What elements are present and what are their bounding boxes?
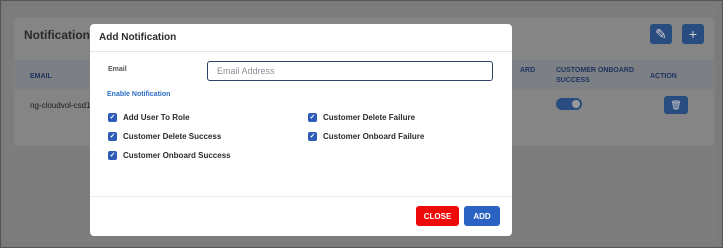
- add-notification-modal: Add Notification Email Enable Notificati…: [90, 24, 512, 236]
- close-button[interactable]: CLOSE: [416, 206, 459, 226]
- checkmark-icon: ✓: [108, 151, 117, 160]
- onboard-success-toggle[interactable]: [556, 98, 582, 110]
- checkbox-label: Customer Onboard Success: [123, 151, 231, 160]
- plus-icon: +: [688, 26, 698, 42]
- checkmark-icon: ✓: [108, 113, 117, 122]
- checkbox-add-user-to-role[interactable]: ✓ Add User To Role: [108, 113, 190, 122]
- enable-notification-link[interactable]: Enable Notification: [107, 91, 170, 98]
- column-customer-onboard-success: CUSTOMER ONBOARD SUCCESS: [556, 67, 635, 84]
- checkbox-label: Customer Delete Success: [123, 132, 222, 141]
- checkbox-customer-delete-success[interactable]: ✓ Customer Delete Success: [108, 132, 221, 141]
- trash-icon: 🗑: [670, 100, 682, 110]
- pencil-icon: ✎: [655, 26, 667, 42]
- checkmark-icon: ✓: [108, 132, 117, 141]
- column-onboard-partial: ARD: [520, 67, 536, 74]
- checkbox-label: Customer Onboard Failure: [323, 132, 425, 141]
- column-email: EMAIL: [30, 73, 52, 80]
- email-label: Email: [108, 66, 127, 73]
- checkbox-label: Customer Delete Failure: [323, 113, 416, 122]
- checkbox-customer-onboard-failure[interactable]: ✓ Customer Onboard Failure: [308, 132, 424, 141]
- checkbox-label: Add User To Role: [123, 113, 190, 122]
- email-input[interactable]: [207, 61, 493, 81]
- checkmark-icon: ✓: [308, 113, 317, 122]
- checkbox-customer-onboard-success[interactable]: ✓ Customer Onboard Success: [108, 151, 231, 160]
- add-button[interactable]: +: [682, 24, 704, 44]
- add-button[interactable]: ADD: [464, 206, 500, 226]
- edit-button[interactable]: ✎: [650, 24, 672, 44]
- modal-title: Add Notification: [90, 24, 512, 52]
- column-action: ACTION: [650, 73, 677, 80]
- checkbox-customer-delete-failure[interactable]: ✓ Customer Delete Failure: [308, 113, 415, 122]
- delete-button[interactable]: 🗑: [664, 96, 688, 114]
- checkmark-icon: ✓: [308, 132, 317, 141]
- modal-footer-divider: [90, 196, 512, 197]
